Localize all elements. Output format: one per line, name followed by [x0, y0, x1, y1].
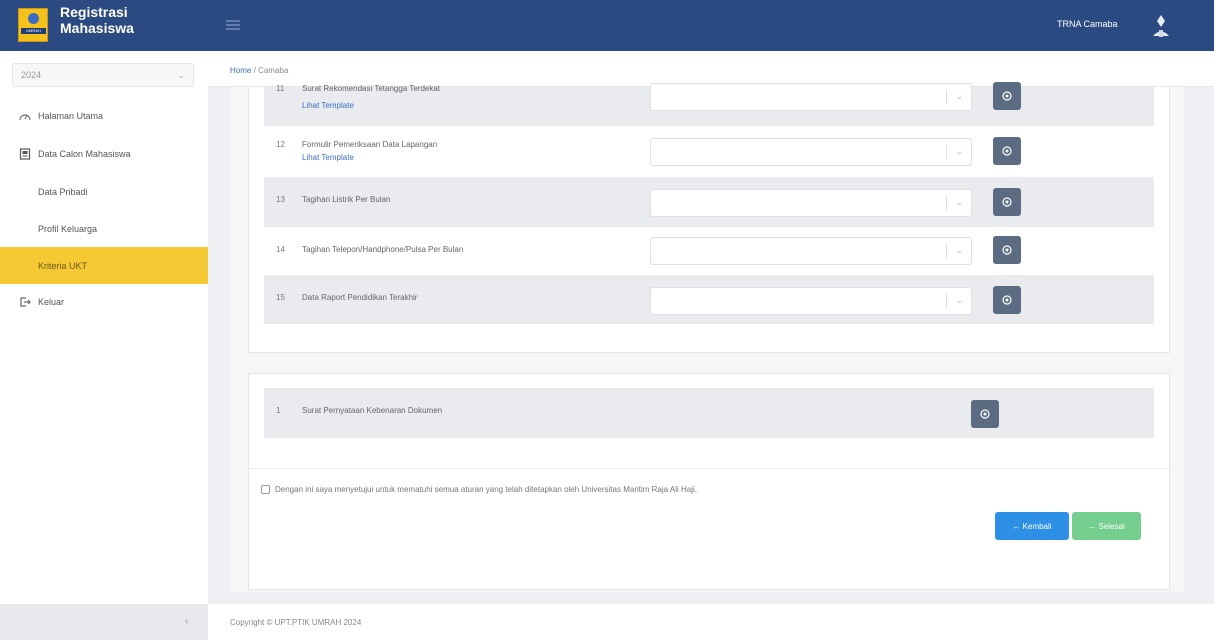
checkbox[interactable] [261, 485, 270, 494]
sidebar-item-data-pribadi[interactable]: Data Pribadi [0, 173, 208, 210]
sidebar: 2024 ⌄ Halaman Utama Data Calon Mahasisw… [0, 51, 208, 604]
file-select[interactable]: ⌄ [650, 237, 972, 265]
sidebar-item-kriteria-ukt[interactable]: Kriteria UKT [0, 247, 208, 284]
template-link[interactable]: Lihat Template [302, 153, 354, 162]
breadcrumb-home-link[interactable]: Home [230, 66, 251, 75]
sidebar-item-profil-keluarga[interactable]: Profil Keluarga [0, 210, 208, 247]
view-icon [1002, 245, 1012, 255]
upload-button[interactable] [993, 188, 1021, 216]
breadcrumb-current: Camaba [258, 66, 289, 75]
copyright-text: Copyright © UPT.PTIK UMRAH 2024 [230, 618, 362, 627]
file-select[interactable]: ⌄ [650, 287, 972, 315]
file-select[interactable]: ⌄ [650, 138, 972, 166]
agreement-text: Dengan ini saya menyetujui untuk mematuh… [275, 485, 697, 494]
upload-button[interactable] [993, 286, 1021, 314]
chevron-down-icon: ⌄ [177, 70, 185, 80]
sidebar-item-keluar[interactable]: Keluar [0, 283, 208, 320]
chevron-down-icon: ⌄ [955, 197, 963, 207]
document-row: 15 Data Raport Pendidikan Terakhir ⌄ [264, 275, 1154, 324]
view-icon [1002, 197, 1012, 207]
upload-button[interactable] [993, 82, 1021, 110]
file-select[interactable]: ⌄ [650, 83, 972, 111]
template-link[interactable]: Lihat Template [302, 101, 354, 110]
dashboard-icon [18, 109, 32, 123]
university-logo: UMRAH [18, 8, 48, 42]
brand[interactable]: UMRAH Registrasi Mahasiswa [0, 0, 208, 51]
chevron-down-icon: ⌄ [955, 91, 963, 101]
view-icon [980, 409, 990, 419]
chevron-down-icon: ⌄ [955, 295, 963, 305]
document-row: 13 Tagihan Listrik Per Bulan ⌄ [264, 177, 1154, 227]
finish-button[interactable]: → Selesai [1072, 512, 1141, 540]
view-icon [1002, 91, 1012, 101]
menu-toggle-icon[interactable] [226, 20, 240, 30]
logout-icon [18, 295, 32, 309]
upload-button[interactable] [993, 236, 1021, 264]
file-select[interactable]: ⌄ [650, 189, 972, 217]
breadcrumb-bar: Home / Camaba [208, 51, 1214, 87]
document-row: 14 Tagihan Telepon/Handphone/Pulsa Per B… [264, 227, 1154, 275]
agreement-checkbox[interactable]: Dengan ini saya menyetujui untuk mematuh… [261, 485, 697, 494]
sidebar-footer: ‹ [0, 604, 208, 640]
user-name[interactable]: TRNA Camaba [1057, 19, 1118, 29]
year-select[interactable]: 2024 ⌄ [12, 63, 194, 87]
id-card-icon [18, 147, 32, 161]
footer: Copyright © UPT.PTIK UMRAH 2024 [208, 604, 1214, 640]
breadcrumb: Home / Camaba [230, 66, 289, 75]
document-row: 12 Formulir Pemeriksaan Data Lapangan Li… [264, 126, 1154, 177]
view-icon [1002, 295, 1012, 305]
back-button[interactable]: ← Kembali [995, 512, 1069, 540]
chevron-down-icon: ⌄ [955, 245, 963, 255]
user-avatar-icon[interactable] [1143, 10, 1179, 40]
statement-view-button[interactable] [971, 400, 999, 428]
statement-row: 1 Surat Pernyataan Kebenaran Dokumen [264, 388, 1154, 438]
divider [249, 468, 1169, 469]
view-icon [1002, 146, 1012, 156]
sidebar-item-halaman-utama[interactable]: Halaman Utama [0, 97, 208, 134]
collapse-sidebar-icon[interactable]: ‹ [185, 616, 188, 627]
document-row: 11 Surat Rekomendasi Tetangga Terdekat L… [264, 82, 1154, 126]
sidebar-item-data-calon-mahasiswa[interactable]: Data Calon Mahasiswa [0, 135, 208, 172]
app-title: Registrasi Mahasiswa [60, 4, 134, 36]
upload-button[interactable] [993, 137, 1021, 165]
chevron-down-icon: ⌄ [955, 146, 963, 156]
